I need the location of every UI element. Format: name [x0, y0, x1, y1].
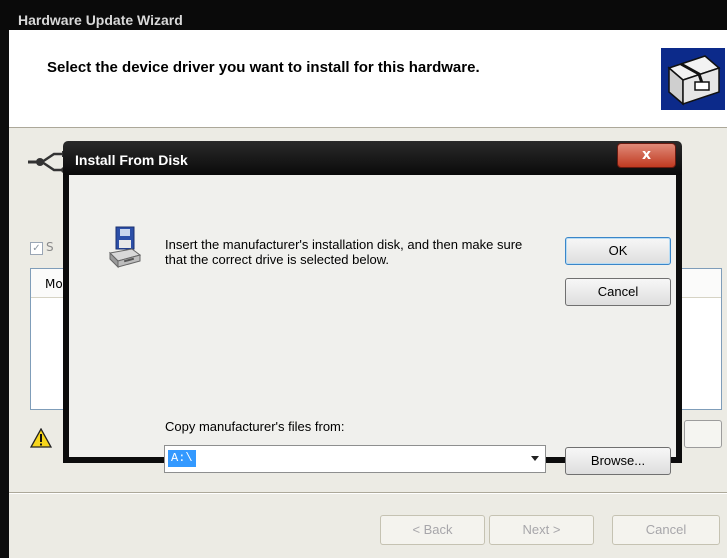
back-button[interactable]: < Back: [380, 515, 485, 545]
install-from-disk-dialog: Install From Disk x Insert the manufactu…: [63, 141, 682, 475]
wizard-left-frame: [0, 30, 9, 558]
have-disk-button[interactable]: [684, 420, 722, 448]
show-compatible-label: S: [46, 240, 54, 254]
wizard-header: Select the device driver you want to ins…: [9, 30, 727, 128]
wizard-cancel-button[interactable]: Cancel: [612, 515, 720, 545]
dropdown-arrow-icon[interactable]: [531, 456, 539, 461]
close-icon: x: [641, 147, 652, 163]
model-column-header: Mo: [45, 277, 63, 291]
close-button[interactable]: x: [617, 143, 676, 168]
warning-icon: [30, 428, 52, 448]
dialog-message: Insert the manufacturer's installation d…: [165, 237, 523, 267]
dialog-cancel-button[interactable]: Cancel: [565, 278, 671, 306]
floppy-drive-icon: [108, 226, 142, 269]
hardware-wizard-icon: [661, 48, 725, 110]
wizard-title: Hardware Update Wizard: [18, 12, 183, 28]
wizard-heading: Select the device driver you want to ins…: [47, 59, 480, 76]
wizard-separator: [9, 492, 727, 494]
dialog-title-bar[interactable]: Install From Disk x: [63, 141, 682, 175]
show-compatible-checkbox[interactable]: ✓: [30, 242, 43, 255]
next-button[interactable]: Next >: [489, 515, 594, 545]
browse-button[interactable]: Browse...: [565, 447, 671, 475]
copy-from-value[interactable]: A:\: [168, 450, 196, 467]
dialog-title: Install From Disk: [75, 152, 188, 168]
ok-button[interactable]: OK: [565, 237, 671, 265]
copy-files-label: Copy manufacturer's files from:: [165, 419, 345, 434]
copy-from-combobox[interactable]: A:\: [164, 445, 546, 473]
usb-icon: [28, 151, 67, 173]
dialog-body: Insert the manufacturer's installation d…: [69, 175, 676, 475]
